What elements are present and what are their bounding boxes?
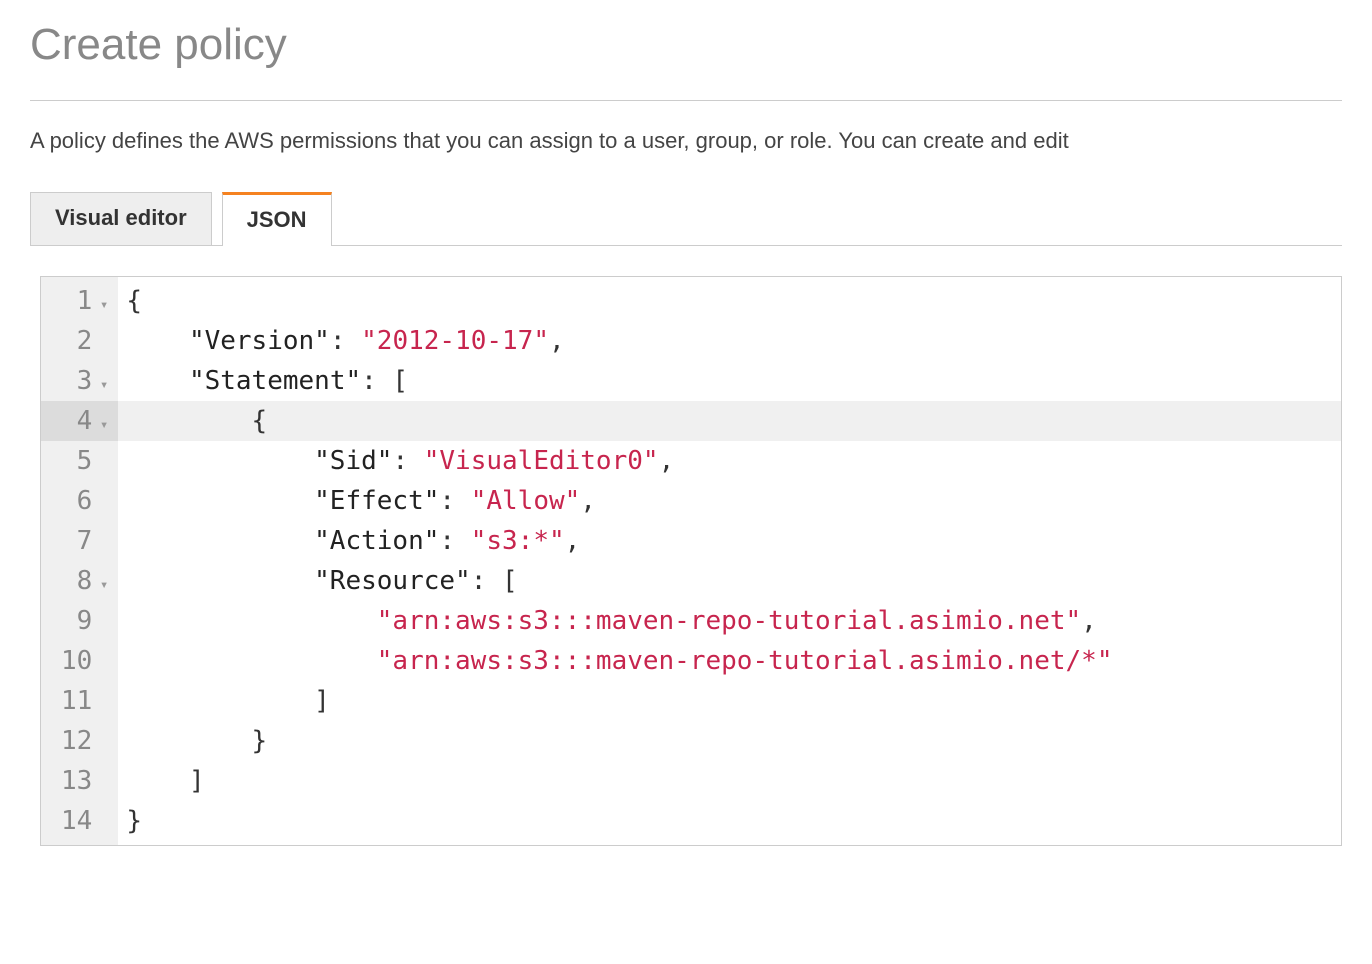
editor-tabs: Visual editor JSON: [30, 192, 1342, 246]
gutter-line: 6: [41, 481, 118, 521]
code-line[interactable]: "arn:aws:s3:::maven-repo-tutorial.asimio…: [118, 641, 1341, 681]
code-line[interactable]: "Effect": "Allow",: [118, 481, 1341, 521]
editor-gutter: 1▾23▾4▾5678▾91011121314: [41, 277, 118, 845]
fold-icon[interactable]: ▾: [96, 285, 108, 325]
editor-code[interactable]: { "Version": "2012-10-17", "Statement": …: [118, 277, 1341, 845]
gutter-line: 8▾: [41, 561, 118, 601]
gutter-line: 7: [41, 521, 118, 561]
code-line[interactable]: {: [118, 281, 1341, 321]
json-editor[interactable]: 1▾23▾4▾5678▾91011121314 { "Version": "20…: [40, 276, 1342, 846]
divider: [30, 100, 1342, 101]
code-line[interactable]: "Resource": [: [118, 561, 1341, 601]
gutter-line: 1▾: [41, 281, 118, 321]
gutter-line: 14: [41, 801, 118, 841]
gutter-line: 4▾: [41, 401, 118, 441]
gutter-line: 2: [41, 321, 118, 361]
fold-icon[interactable]: ▾: [96, 565, 108, 605]
page-title: Create policy: [30, 20, 1342, 70]
code-line[interactable]: {: [118, 401, 1341, 441]
gutter-line: 9: [41, 601, 118, 641]
gutter-line: 10: [41, 641, 118, 681]
gutter-line: 11: [41, 681, 118, 721]
code-line[interactable]: "Action": "s3:*",: [118, 521, 1341, 561]
code-line[interactable]: "Sid": "VisualEditor0",: [118, 441, 1341, 481]
code-line[interactable]: "Version": "2012-10-17",: [118, 321, 1341, 361]
fold-icon[interactable]: ▾: [96, 405, 108, 445]
code-line[interactable]: "arn:aws:s3:::maven-repo-tutorial.asimio…: [118, 601, 1341, 641]
code-line[interactable]: "Statement": [: [118, 361, 1341, 401]
code-line[interactable]: ]: [118, 681, 1341, 721]
gutter-line: 13: [41, 761, 118, 801]
code-line[interactable]: }: [118, 801, 1341, 841]
code-line[interactable]: }: [118, 721, 1341, 761]
create-policy-page: Create policy A policy defines the AWS p…: [0, 0, 1372, 866]
gutter-line: 5: [41, 441, 118, 481]
code-line[interactable]: ]: [118, 761, 1341, 801]
gutter-line: 3▾: [41, 361, 118, 401]
policy-description: A policy defines the AWS permissions tha…: [30, 126, 1342, 157]
tab-json[interactable]: JSON: [222, 192, 332, 246]
fold-icon[interactable]: ▾: [96, 365, 108, 405]
tab-visual-editor[interactable]: Visual editor: [30, 192, 212, 245]
gutter-line: 12: [41, 721, 118, 761]
